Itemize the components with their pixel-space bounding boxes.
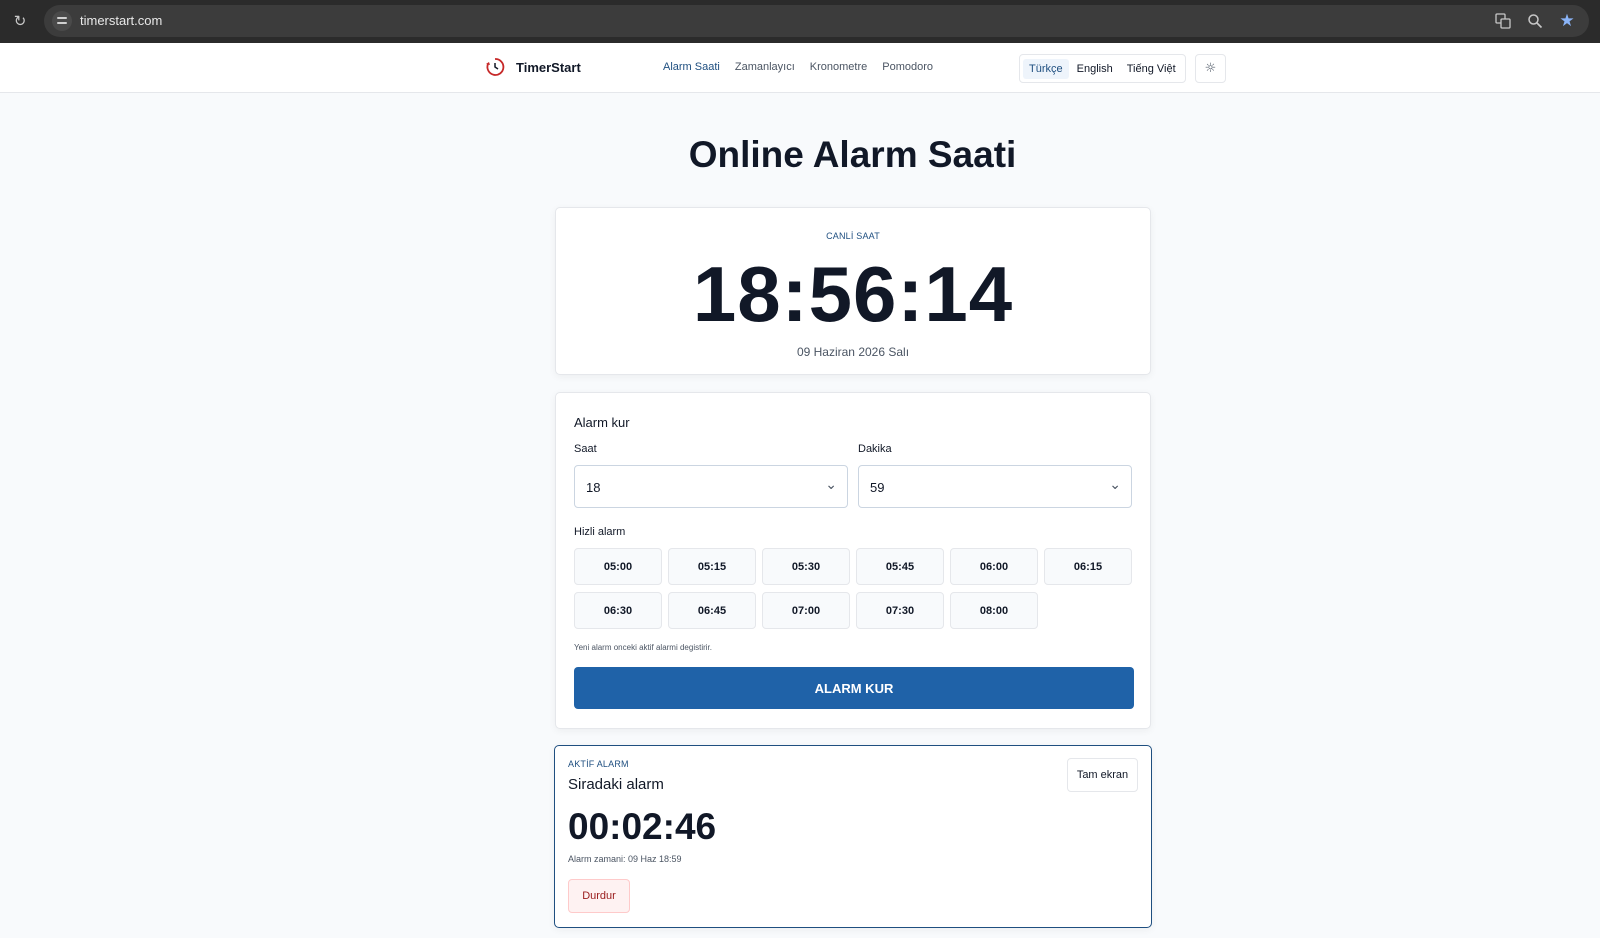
translate-icon[interactable]	[1493, 11, 1513, 31]
quick-alarm-grid: 05:00 05:15 05:30 05:45 06:00 06:15 06:3…	[574, 548, 1134, 629]
minute-select[interactable]: 59 ⌄	[858, 465, 1132, 508]
url-text[interactable]: timerstart.com	[80, 13, 162, 28]
address-bar[interactable]: timerstart.com ★	[44, 5, 1589, 37]
quick-alarm-button[interactable]: 05:45	[856, 548, 944, 585]
quick-alarm-button[interactable]: 05:15	[668, 548, 756, 585]
bookmark-star-icon[interactable]: ★	[1557, 11, 1577, 31]
logo-icon	[484, 56, 506, 78]
quick-alarm-button[interactable]: 05:30	[762, 548, 850, 585]
fullscreen-button[interactable]: Tam ekran	[1067, 758, 1138, 792]
live-clock-label: CANLİ SAAT	[826, 231, 880, 241]
lang-tieng-viet[interactable]: Tiếng Việt	[1121, 59, 1182, 79]
nav-kronometre[interactable]: Kronometre	[810, 61, 867, 73]
active-alarm-title: Siradaki alarm	[568, 776, 664, 793]
quick-alarm-button[interactable]: 05:00	[574, 548, 662, 585]
hour-select-value: 18	[586, 480, 601, 495]
active-alarm-card: AKTİF ALARM Siradaki alarm 00:02:46 Alar…	[554, 745, 1152, 928]
live-clock-time: 18:56:14	[692, 250, 1014, 338]
set-alarm-button[interactable]: ALARM KUR	[574, 667, 1134, 709]
site-info-icon[interactable]	[52, 11, 72, 31]
chevron-down-icon: ⌄	[825, 477, 837, 493]
hour-select[interactable]: 18 ⌄	[574, 465, 848, 508]
chevron-down-icon: ⌄	[1109, 477, 1121, 493]
alarm-form-title: Alarm kur	[574, 415, 630, 430]
minute-label: Dakika	[858, 443, 892, 455]
language-switcher: Türkçe English Tiếng Việt	[1019, 54, 1186, 83]
nav-alarm-saati[interactable]: Alarm Saati	[663, 61, 720, 73]
hour-label: Saat	[574, 443, 597, 455]
page-title: Online Alarm Saati	[688, 134, 1017, 175]
lang-turkce[interactable]: Türkçe	[1023, 58, 1069, 79]
brand-name: TimerStart	[516, 59, 581, 75]
quick-alarm-button[interactable]: 07:00	[762, 592, 850, 629]
quick-alarm-button[interactable]: 07:30	[856, 592, 944, 629]
site-header: TimerStart Alarm Saati Zamanlayıcı Krono…	[0, 43, 1600, 93]
alarm-time-text: Alarm zamani: 09 Haz 18:59	[568, 854, 682, 864]
nav-zamanlayici[interactable]: Zamanlayıcı	[735, 61, 795, 73]
brand[interactable]: TimerStart	[484, 56, 581, 78]
sun-icon: ☼	[1204, 61, 1217, 76]
quick-alarm-button[interactable]: 08:00	[950, 592, 1038, 629]
stop-alarm-button[interactable]: Durdur	[568, 879, 630, 913]
quick-alarm-button[interactable]: 06:30	[574, 592, 662, 629]
live-clock-card: CANLİ SAAT 18:56:14 09 Haziran 2026 Salı	[555, 207, 1151, 375]
main-nav: Alarm Saati Zamanlayıcı Kronometre Pomod…	[663, 61, 933, 73]
quick-alarm-button[interactable]: 06:00	[950, 548, 1038, 585]
theme-toggle-button[interactable]: ☼	[1195, 54, 1226, 83]
alarm-countdown: 00:02:46	[568, 806, 717, 847]
reload-icon[interactable]: ↻	[10, 11, 30, 31]
live-clock-date: 09 Haziran 2026 Salı	[796, 345, 910, 359]
quick-alarm-label: Hizli alarm	[574, 526, 626, 538]
alarm-form-card: Alarm kur Saat 18 ⌄ Dakika 59 ⌄ Hizli al…	[555, 392, 1151, 729]
minute-select-value: 59	[870, 480, 885, 495]
nav-pomodoro[interactable]: Pomodoro	[882, 61, 933, 73]
lang-english[interactable]: English	[1071, 59, 1119, 79]
browser-toolbar: ↻ timerstart.com ★	[0, 0, 1600, 43]
active-alarm-label: AKTİF ALARM	[568, 759, 629, 769]
quick-alarm-button[interactable]: 06:15	[1044, 548, 1132, 585]
alarm-hint-text: Yeni alarm onceki aktif alarmi degistiri…	[574, 643, 712, 652]
quick-alarm-button[interactable]: 06:45	[668, 592, 756, 629]
zoom-icon[interactable]	[1525, 11, 1545, 31]
